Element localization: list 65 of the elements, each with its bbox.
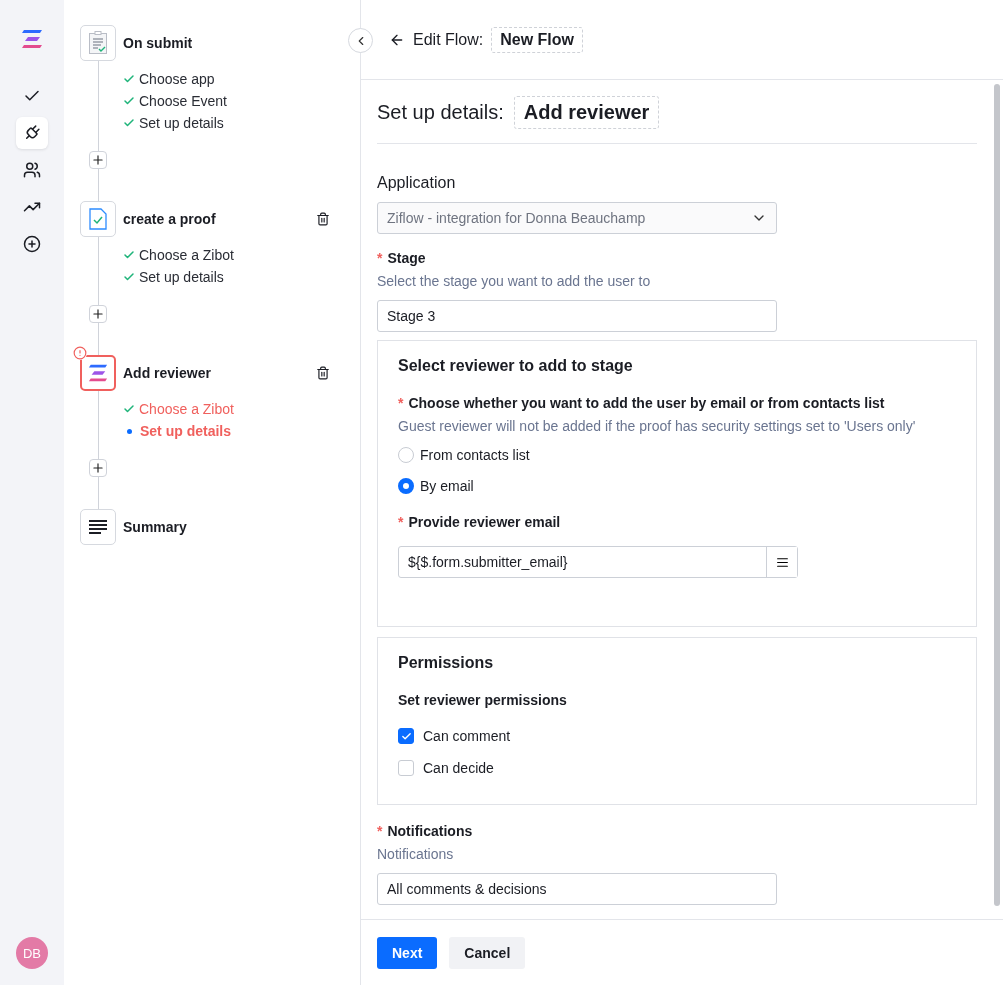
- header-label: Edit Flow:: [413, 30, 484, 49]
- required-mark: *: [377, 250, 383, 266]
- step-name-field[interactable]: Add reviewer: [513, 96, 660, 129]
- add-step-button[interactable]: [89, 459, 107, 477]
- lines-icon: [775, 555, 789, 569]
- required-mark: *: [398, 395, 404, 411]
- checkbox-option[interactable]: Can decide: [398, 760, 956, 776]
- plus-icon: [91, 307, 105, 321]
- card-title: Select reviewer to add to stage: [398, 357, 634, 375]
- substep-link[interactable]: Set up details: [139, 115, 224, 131]
- checkbox[interactable]: [398, 728, 414, 744]
- substep-link[interactable]: Choose app: [139, 71, 215, 87]
- step-title: Summary: [123, 519, 187, 535]
- field-hint: Select the stage you want to add the user to: [377, 272, 652, 291]
- trash-icon: [316, 366, 330, 380]
- checkbox[interactable]: [398, 760, 414, 776]
- required-mark: *: [377, 823, 383, 839]
- stage-input[interactable]: Stage 3: [377, 300, 777, 332]
- trash-icon: [316, 212, 330, 226]
- substep-link[interactable]: Choose Event: [139, 93, 227, 109]
- nav-button[interactable]: [16, 117, 48, 149]
- collapse-button[interactable]: [348, 28, 373, 53]
- step-title: Add reviewer: [123, 365, 211, 381]
- radio-option[interactable]: From contacts list: [398, 447, 956, 463]
- add-step-button[interactable]: [89, 151, 107, 169]
- required-mark: *: [398, 514, 404, 530]
- flow-name-field[interactable]: New Flow: [491, 26, 584, 53]
- field-label: Set reviewer permissions: [398, 692, 568, 708]
- step-title: create a proof: [123, 211, 216, 227]
- next-button[interactable]: Next: [377, 936, 438, 969]
- plus-icon: [91, 153, 105, 167]
- field-label: Application: [377, 174, 457, 192]
- notifications-select[interactable]: All comments & decisions: [377, 873, 777, 905]
- logo-icon: [21, 28, 43, 50]
- variables-button[interactable]: [766, 547, 797, 577]
- clipboard-icon: [88, 31, 108, 55]
- check-icon: [400, 730, 412, 742]
- zibot-logo-icon: [88, 363, 108, 383]
- lines-icon: [88, 519, 108, 535]
- radio-button[interactable]: [398, 478, 414, 494]
- scrollbar-thumb[interactable]: [994, 84, 1000, 906]
- field-label: Notifications: [387, 823, 473, 839]
- section-title: Set up details:: [377, 101, 504, 124]
- checkbox-option[interactable]: Can comment: [398, 728, 956, 744]
- cancel-button[interactable]: Cancel: [449, 936, 526, 969]
- email-input[interactable]: ${$.form.submitter_email}: [398, 546, 798, 578]
- delete-button[interactable]: [316, 366, 330, 380]
- field-label: Choose whether you want to add the user by email or from contacts list: [408, 395, 885, 411]
- substep-link[interactable]: Choose a Zibot: [139, 247, 234, 263]
- add-icon: [23, 235, 41, 253]
- add-step-button[interactable]: [89, 305, 107, 323]
- field-hint: Guest reviewer will not be added if the proof has security settings set to 'Users only': [398, 417, 917, 436]
- radio-button[interactable]: [398, 447, 414, 463]
- substep-link[interactable]: Set up details: [139, 269, 224, 285]
- delete-button[interactable]: [316, 212, 330, 226]
- field-hint: Notifications: [377, 845, 455, 864]
- error-icon: [73, 346, 87, 360]
- document-check-icon: [89, 208, 107, 230]
- card-title: Permissions: [398, 654, 495, 672]
- field-label: Stage: [387, 250, 426, 266]
- radio-option[interactable]: By email: [398, 478, 956, 494]
- plus-icon: [91, 461, 105, 475]
- step-title: On submit: [123, 35, 193, 51]
- users-icon: [23, 161, 41, 179]
- field-label: Provide reviewer email: [408, 514, 561, 530]
